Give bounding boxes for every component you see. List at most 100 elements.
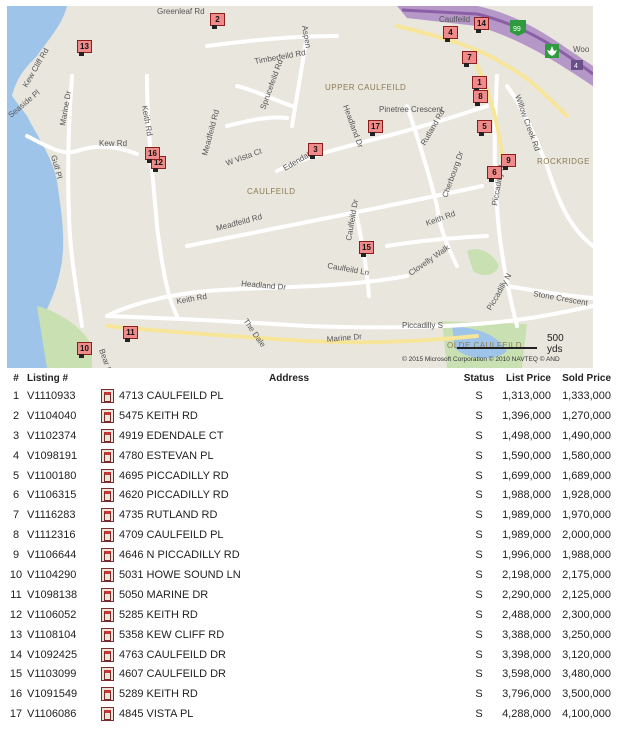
table-row[interactable]: 10 V1104290 5031 HOWE SOUND LN S 2,198,000 2,… bbox=[7, 565, 613, 585]
table-row[interactable]: 7 V1116283 4735 RUTLAND RD S 1,989,000 1,970,… bbox=[7, 505, 613, 525]
map-marker-16[interactable]: 16 bbox=[145, 147, 160, 163]
house-icon-cell[interactable] bbox=[99, 426, 117, 446]
address: 5475 KEITH RD bbox=[119, 409, 198, 422]
map-view[interactable]: Greenleaf Rd Aspen Caulfeild Woo Timberf… bbox=[7, 6, 593, 368]
house-icon-cell[interactable] bbox=[99, 704, 117, 724]
list-price: 1,996,000 bbox=[502, 549, 551, 562]
table-row[interactable]: 11 V1098138 5050 MARINE DR S 2,290,000 2,125,… bbox=[7, 585, 613, 605]
map-marker-17[interactable]: 17 bbox=[368, 120, 383, 136]
house-icon[interactable] bbox=[101, 428, 114, 443]
table-row[interactable]: 12 V1106052 5285 KEITH RD S 2,488,000 2,300,0… bbox=[7, 605, 613, 625]
status: S bbox=[475, 429, 483, 442]
map-marker-9[interactable]: 9 bbox=[501, 154, 516, 170]
house-icon-cell[interactable] bbox=[99, 505, 117, 525]
table-row[interactable]: 8 V1112316 4709 CAULFEILD PL S 1,989,000 2,00… bbox=[7, 525, 613, 545]
table-row[interactable]: 5 V1100180 4695 PICCADILLY RD S 1,699,000 1,6… bbox=[7, 466, 613, 486]
house-icon[interactable] bbox=[101, 687, 114, 702]
table-row[interactable]: 3 V1102374 4919 EDENDALE CT S 1,498,000 1,490… bbox=[7, 426, 613, 446]
house-icon-cell[interactable] bbox=[99, 645, 117, 665]
svg-text:99: 99 bbox=[513, 26, 521, 33]
map-marker-2[interactable]: 2 bbox=[210, 13, 225, 29]
row-number: 6 bbox=[12, 489, 20, 502]
map-marker-8[interactable]: 8 bbox=[473, 90, 488, 106]
house-icon-cell[interactable] bbox=[99, 446, 117, 466]
sold-price: 1,970,000 bbox=[562, 509, 611, 522]
status: S bbox=[475, 549, 483, 562]
house-icon-cell[interactable] bbox=[99, 585, 117, 605]
map-marker-15[interactable]: 15 bbox=[359, 241, 374, 257]
status: S bbox=[475, 469, 483, 482]
status: S bbox=[475, 708, 483, 721]
table-row[interactable]: 1 V1110933 4713 CAULFEILD PL S 1,313,000 1,33… bbox=[7, 386, 613, 406]
listing-number: V1106086 bbox=[27, 708, 77, 721]
map-marker-11[interactable]: 11 bbox=[123, 326, 138, 342]
table-row[interactable]: 17 V1106086 4845 VISTA PL S 4,288,000 4,100,0… bbox=[7, 704, 613, 724]
address: 5285 KEITH RD bbox=[119, 608, 198, 621]
house-icon-cell[interactable] bbox=[99, 485, 117, 505]
house-icon[interactable] bbox=[101, 408, 114, 423]
house-icon[interactable] bbox=[101, 647, 114, 662]
table-row[interactable]: 14 V1092425 4763 CAULFEILD DR S 3,398,000 3,1… bbox=[7, 645, 613, 665]
house-icon[interactable] bbox=[101, 508, 114, 523]
house-icon-cell[interactable] bbox=[99, 386, 117, 406]
header-icon-spacer bbox=[99, 370, 117, 386]
row-number: 17 bbox=[9, 708, 23, 721]
house-icon-cell[interactable] bbox=[99, 605, 117, 625]
house-icon-cell[interactable] bbox=[99, 565, 117, 585]
listing-number: V1092425 bbox=[27, 648, 78, 661]
house-icon[interactable] bbox=[101, 627, 114, 642]
house-icon-cell[interactable] bbox=[99, 525, 117, 545]
house-icon[interactable] bbox=[101, 468, 114, 483]
house-icon[interactable] bbox=[101, 707, 114, 722]
table-row[interactable]: 9 V1106644 4646 N PICCADILLY RD S 1,996,000 1… bbox=[7, 545, 613, 565]
table-row[interactable]: 15 V1103099 4607 CAULFEILD DR S 3,598,000 3,4… bbox=[7, 664, 613, 684]
listing-number: V1103099 bbox=[27, 668, 77, 681]
house-icon-cell[interactable] bbox=[99, 466, 117, 486]
house-icon-cell[interactable] bbox=[99, 625, 117, 645]
table-row[interactable]: 2 V1104040 5475 KEITH RD S 1,396,000 1,270,00… bbox=[7, 406, 613, 426]
map-marker-10[interactable]: 10 bbox=[77, 342, 92, 358]
row-number: 4 bbox=[12, 449, 20, 462]
sold-price: 3,120,000 bbox=[562, 648, 611, 661]
map-marker-3[interactable]: 3 bbox=[308, 143, 323, 159]
map-marker-6[interactable]: 6 bbox=[487, 166, 502, 182]
house-icon[interactable] bbox=[101, 548, 114, 563]
house-icon[interactable] bbox=[101, 488, 114, 503]
address: 5289 KEITH RD bbox=[119, 688, 198, 701]
house-icon-cell[interactable] bbox=[99, 684, 117, 704]
sold-price: 1,270,000 bbox=[562, 409, 611, 422]
map-marker-14[interactable]: 14 bbox=[474, 17, 489, 33]
house-icon-cell[interactable] bbox=[99, 545, 117, 565]
address: 4620 PICCADILLY RD bbox=[119, 489, 229, 502]
address: 4919 EDENDALE CT bbox=[119, 429, 224, 442]
row-number: 3 bbox=[12, 429, 20, 442]
address: 4763 CAULFEILD DR bbox=[119, 648, 226, 661]
house-icon[interactable] bbox=[101, 528, 114, 543]
house-icon[interactable] bbox=[101, 448, 114, 463]
house-icon[interactable] bbox=[101, 667, 114, 682]
row-number: 14 bbox=[9, 648, 23, 661]
address: 4709 CAULFEILD PL bbox=[119, 529, 224, 542]
table-row[interactable]: 6 V1106315 4620 PICCADILLY RD S 1,988,000 1,9… bbox=[7, 485, 613, 505]
house-icon[interactable] bbox=[101, 388, 114, 403]
address: 5031 HOWE SOUND LN bbox=[119, 568, 241, 581]
address: 4695 PICCADILLY RD bbox=[119, 469, 229, 482]
house-icon[interactable] bbox=[101, 587, 114, 602]
table-row[interactable]: 16 V1091549 5289 KEITH RD S 3,796,000 3,500,0… bbox=[7, 684, 613, 704]
status: S bbox=[475, 668, 483, 681]
table-row[interactable]: 4 V1098191 4780 ESTEVAN PL S 1,590,000 1,580,… bbox=[7, 446, 613, 466]
map-marker-5[interactable]: 5 bbox=[477, 120, 492, 136]
header-list-price: List Price bbox=[505, 372, 551, 384]
house-icon-cell[interactable] bbox=[99, 664, 117, 684]
svg-text:Pinetree Crescent: Pinetree Crescent bbox=[379, 105, 444, 114]
map-marker-4[interactable]: 4 bbox=[443, 26, 458, 42]
house-icon[interactable] bbox=[101, 607, 114, 622]
house-icon[interactable] bbox=[101, 567, 114, 582]
map-marker-7[interactable]: 7 bbox=[462, 51, 477, 67]
listing-number: V1098138 bbox=[27, 588, 78, 601]
table-row[interactable]: 13 V1108104 5358 KEW CLIFF RD S 3,388,000 3,2… bbox=[7, 625, 613, 645]
svg-text:Kew Rd: Kew Rd bbox=[99, 139, 127, 148]
map-marker-13[interactable]: 13 bbox=[77, 40, 92, 56]
house-icon-cell[interactable] bbox=[99, 406, 117, 426]
status: S bbox=[475, 648, 483, 661]
